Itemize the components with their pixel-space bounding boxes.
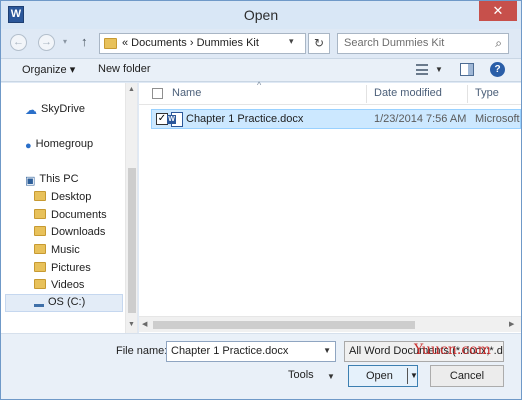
folder-icon xyxy=(104,38,117,49)
nav-scroll-thumb[interactable] xyxy=(128,168,136,313)
folder-icon xyxy=(34,244,46,254)
up-button[interactable]: ↑ xyxy=(81,34,88,49)
sidebar-item-pictures[interactable]: Pictures xyxy=(34,262,91,274)
split-divider xyxy=(407,368,408,384)
address-bar[interactable]: « Documents › Dummies Kit ▾ xyxy=(99,33,306,54)
sidebar-item-label: OS (C:) xyxy=(48,296,86,308)
title-bar[interactable]: W Open ✕ xyxy=(1,1,521,29)
sidebar-item-homegroup[interactable]: ● Homegroup xyxy=(25,138,93,152)
sidebar-item-label: Videos xyxy=(51,279,85,291)
sidebar-item-skydrive[interactable]: ☁ SkyDrive xyxy=(25,103,85,117)
navigation-pane: ☁ SkyDrive ● Homegroup ▣ This PC Desktop Do… xyxy=(1,83,138,333)
type-cell: Microsoft xyxy=(475,113,520,125)
cloud-icon: ☁ xyxy=(25,103,37,117)
file-horizontal-scrollbar[interactable]: ◀ ▶ xyxy=(139,316,521,332)
computer-icon: ▣ xyxy=(25,175,36,187)
cancel-button[interactable]: Cancel xyxy=(430,365,504,387)
select-all-checkbox[interactable] xyxy=(152,88,163,99)
sidebar-item-downloads[interactable]: Downloads xyxy=(34,226,105,238)
sidebar-item-label: Documents xyxy=(51,209,107,221)
date-modified-cell: 1/23/2014 7:56 AM xyxy=(374,113,467,125)
search-box[interactable]: Search Dummies Kit ⌕ xyxy=(337,33,509,54)
preview-pane-icon[interactable] xyxy=(460,63,474,76)
open-dialog: W Open ✕ ← → ▾ ↑ « Documents › Dummies K… xyxy=(0,0,522,400)
sidebar-item-label: Downloads xyxy=(51,226,106,238)
search-input[interactable]: Search Dummies Kit xyxy=(344,37,444,49)
folder-icon xyxy=(34,262,46,272)
file-scroll-thumb[interactable] xyxy=(153,321,415,329)
refresh-button[interactable]: ↻ xyxy=(308,33,330,54)
column-divider[interactable] xyxy=(366,85,367,103)
command-bar: Organize ▾ New folder ▼ ? xyxy=(1,58,521,82)
table-row[interactable]: ✓ Chapter 1 Practice.docx 1/23/2014 7:56… xyxy=(151,109,521,129)
organize-menu[interactable]: Organize ▾ xyxy=(22,63,75,76)
homegroup-icon: ● xyxy=(25,140,32,152)
drive-icon: ▬ xyxy=(34,299,44,310)
sidebar-item-os-c[interactable]: ▬ OS (C:) xyxy=(34,296,85,310)
sidebar-item-desktop[interactable]: Desktop xyxy=(34,191,91,203)
column-divider[interactable] xyxy=(467,85,468,103)
chevron-down-icon[interactable]: ▼ xyxy=(323,346,331,355)
open-button[interactable]: Open ▼ xyxy=(348,365,418,387)
file-name-value[interactable]: Chapter 1 Practice.docx xyxy=(171,345,288,357)
address-path[interactable]: « Documents › Dummies Kit xyxy=(122,37,259,49)
sidebar-item-this-pc[interactable]: ▣ This PC xyxy=(25,173,79,187)
chevron-down-icon[interactable]: ▾ xyxy=(289,36,294,47)
folder-icon xyxy=(34,226,46,236)
column-header-type[interactable]: Type xyxy=(475,87,499,99)
folder-icon xyxy=(34,279,46,289)
open-button-label: Open xyxy=(366,370,393,382)
file-name-field[interactable]: Chapter 1 Practice.docx ▼ xyxy=(166,341,336,362)
watermark: Yuucn.com xyxy=(414,342,491,358)
refresh-icon: ↻ xyxy=(313,36,325,50)
sidebar-item-label: Music xyxy=(51,244,80,256)
scroll-down-arrow[interactable]: ▼ xyxy=(128,321,135,328)
dialog-title: Open xyxy=(243,7,279,23)
dialog-footer: File name: Chapter 1 Practice.docx ▼ All… xyxy=(1,333,521,399)
search-icon[interactable]: ⌕ xyxy=(495,36,502,51)
folder-icon xyxy=(34,191,46,201)
file-name-cell[interactable]: Chapter 1 Practice.docx xyxy=(186,113,303,125)
recent-locations-dropdown[interactable]: ▾ xyxy=(63,37,67,46)
sidebar-item-label: Desktop xyxy=(51,191,92,203)
nav-scrollbar[interactable]: ▲ ▼ xyxy=(125,83,137,333)
chevron-down-icon[interactable]: ▼ xyxy=(327,372,335,381)
file-list: Name ^ Date modified Type ✓ Chapter 1 Pr… xyxy=(139,80,521,333)
close-button[interactable]: ✕ xyxy=(479,1,517,21)
help-icon[interactable]: ? xyxy=(490,62,505,77)
sidebar-item-label: Homegroup xyxy=(35,138,94,150)
new-folder-button[interactable]: New folder xyxy=(98,63,151,75)
sidebar-item-documents[interactable]: Documents xyxy=(34,209,107,221)
sort-ascending-icon: ^ xyxy=(257,80,262,90)
sidebar-item-music[interactable]: Music xyxy=(34,244,80,256)
sidebar-item-videos[interactable]: Videos xyxy=(34,279,84,291)
tools-menu[interactable]: Tools xyxy=(288,369,314,381)
open-options-dropdown[interactable]: ▼ xyxy=(410,366,418,386)
sidebar-item-label: This PC xyxy=(39,173,79,185)
scroll-left-arrow[interactable]: ◀ xyxy=(142,320,147,328)
file-name-label: File name: xyxy=(116,345,168,357)
column-headers: Name ^ Date modified Type xyxy=(139,80,521,105)
folder-icon xyxy=(34,209,46,219)
views-dropdown[interactable]: ▼ xyxy=(435,65,443,74)
scroll-right-arrow[interactable]: ▶ xyxy=(509,320,514,328)
views-icon[interactable] xyxy=(416,64,428,75)
sidebar-item-label: SkyDrive xyxy=(41,103,86,115)
word-document-icon xyxy=(167,112,183,127)
column-header-name[interactable]: Name xyxy=(172,87,201,99)
back-button[interactable]: ← xyxy=(10,34,27,51)
scroll-up-arrow[interactable]: ▲ xyxy=(128,86,135,93)
column-header-date-modified[interactable]: Date modified xyxy=(374,87,442,99)
sidebar-item-label: Pictures xyxy=(51,262,91,274)
forward-button[interactable]: → xyxy=(38,34,55,51)
address-row: ← → ▾ ↑ « Documents › Dummies Kit ▾ ↻ Se… xyxy=(1,29,521,57)
